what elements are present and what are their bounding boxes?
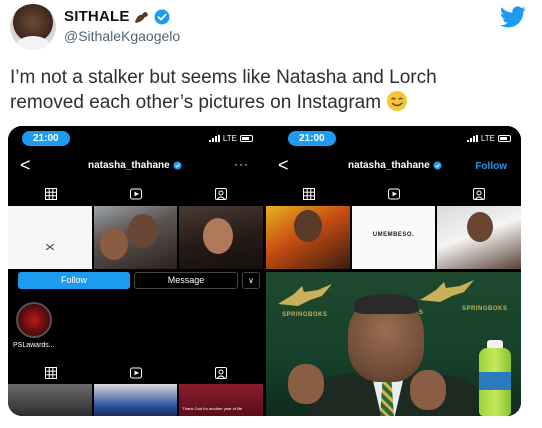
- display-name[interactable]: SITHALE: [64, 8, 130, 25]
- battery-icon: [240, 135, 253, 142]
- verified-badge-icon: [173, 161, 182, 170]
- grid-icon[interactable]: [44, 367, 57, 379]
- avatar[interactable]: [10, 4, 56, 50]
- verified-badge-icon: [154, 9, 170, 24]
- ig-username-label: natasha_thahane: [88, 160, 170, 171]
- flexed-biceps-icon: [134, 11, 148, 23]
- story-highlight[interactable]: [16, 302, 52, 338]
- smiling-face-with-tear-icon: [387, 91, 408, 111]
- reels-icon[interactable]: [129, 188, 142, 200]
- author-handle[interactable]: @SithaleKgaogelo: [64, 28, 180, 44]
- tweet-text-line2: removed each other’s pictures on Instagr…: [10, 92, 382, 113]
- status-time: 21:00: [22, 131, 70, 146]
- media-panel-bottom-right[interactable]: SPRINGBOKS SPRINGBOKS KS: [266, 272, 521, 416]
- photo-subject-hand: [410, 370, 446, 410]
- signal-icon: [466, 135, 478, 142]
- ig-post[interactable]: [266, 206, 350, 269]
- grid-icon[interactable]: [44, 188, 57, 200]
- ig-username-label: natasha_thahane: [348, 160, 430, 171]
- springbok-logo-icon: [420, 280, 474, 302]
- ig-post[interactable]: [93, 206, 178, 269]
- post-caption: Thank God for another year of life: [182, 406, 243, 411]
- ig-post-grid: Thank God for another year of life: [8, 384, 263, 416]
- ig-post[interactable]: [93, 384, 178, 416]
- media-panel-bottom-left[interactable]: Follow Message ∨ PSLawards... Thank God …: [8, 272, 263, 416]
- tagged-icon[interactable]: [214, 367, 227, 379]
- back-icon[interactable]: <: [20, 156, 31, 174]
- ig-post-grid: UMEMBESO.: [266, 206, 521, 269]
- ig-profile-tabs: [266, 184, 521, 204]
- more-options-icon[interactable]: ···: [234, 157, 249, 171]
- brand-text: SPRINGBOKS: [462, 306, 508, 312]
- tagged-icon[interactable]: [472, 188, 485, 200]
- reels-icon[interactable]: [387, 188, 400, 200]
- photo-subject: [467, 212, 494, 242]
- post-text: UMEMBESO.: [372, 232, 415, 238]
- status-time: 21:00: [288, 131, 336, 146]
- tagged-icon[interactable]: [214, 188, 227, 200]
- ig-profile-tabs: [8, 364, 263, 382]
- follow-button[interactable]: Follow: [18, 272, 130, 289]
- photo-subject-hand: [288, 364, 324, 404]
- photo-subject: [99, 228, 128, 260]
- author-name-row: SITHALE: [64, 8, 170, 25]
- network-label: LTE: [480, 134, 495, 143]
- message-button[interactable]: Message: [134, 272, 238, 289]
- ig-post[interactable]: [8, 206, 92, 269]
- status-indicators: LTE: [466, 134, 511, 143]
- chevron-down-icon[interactable]: ∨: [242, 272, 260, 289]
- tweet-text: I’m not a stalker but seems like Natasha…: [10, 66, 480, 115]
- ig-post[interactable]: [8, 384, 92, 416]
- photo-subject: [127, 214, 158, 248]
- tweet-text-line1: I’m not a stalker but seems like Natasha…: [10, 67, 437, 88]
- ig-post[interactable]: Thank God for another year of life: [179, 384, 263, 416]
- avatar-shirt: [16, 36, 50, 50]
- bottle-label: [479, 372, 511, 390]
- highlight-label: PSLawards...: [13, 342, 55, 349]
- brand-text: SPRINGBOKS: [282, 312, 328, 318]
- ig-post[interactable]: [179, 206, 263, 269]
- ig-post[interactable]: [437, 206, 521, 269]
- network-label: LTE: [222, 134, 237, 143]
- follow-link[interactable]: Follow: [475, 161, 507, 172]
- grid-icon[interactable]: [302, 188, 315, 200]
- back-icon[interactable]: <: [278, 156, 289, 174]
- ig-post-grid: [8, 206, 263, 269]
- battery-icon: [498, 135, 511, 142]
- springbok-logo-icon: [278, 284, 332, 306]
- photo-subject: [203, 218, 234, 254]
- reels-icon[interactable]: [129, 367, 142, 379]
- ig-username: natasha_thahane: [348, 160, 442, 171]
- tweet-card: SITHALE @SithaleKgaogelo I’m not a stalk…: [0, 0, 542, 428]
- media-grid[interactable]: 21:00 LTE < natasha_thahane ··· 21:00 LT…: [8, 126, 521, 416]
- status-indicators: LTE: [208, 134, 253, 143]
- twitter-bird-icon[interactable]: [500, 6, 526, 28]
- media-panel-top-left[interactable]: 21:00 LTE < natasha_thahane ···: [8, 126, 263, 269]
- photo-subject-hair: [354, 294, 418, 314]
- logo-mark-icon: [46, 244, 54, 250]
- photo-subject: [294, 210, 322, 242]
- verified-badge-icon: [433, 161, 442, 170]
- ig-profile-tabs: [8, 184, 263, 204]
- media-panel-top-right[interactable]: 21:00 LTE < natasha_thahane Follow UMEMB…: [266, 126, 521, 269]
- ig-username: natasha_thahane: [88, 160, 182, 171]
- ig-post[interactable]: UMEMBESO.: [351, 206, 436, 269]
- signal-icon: [208, 135, 220, 142]
